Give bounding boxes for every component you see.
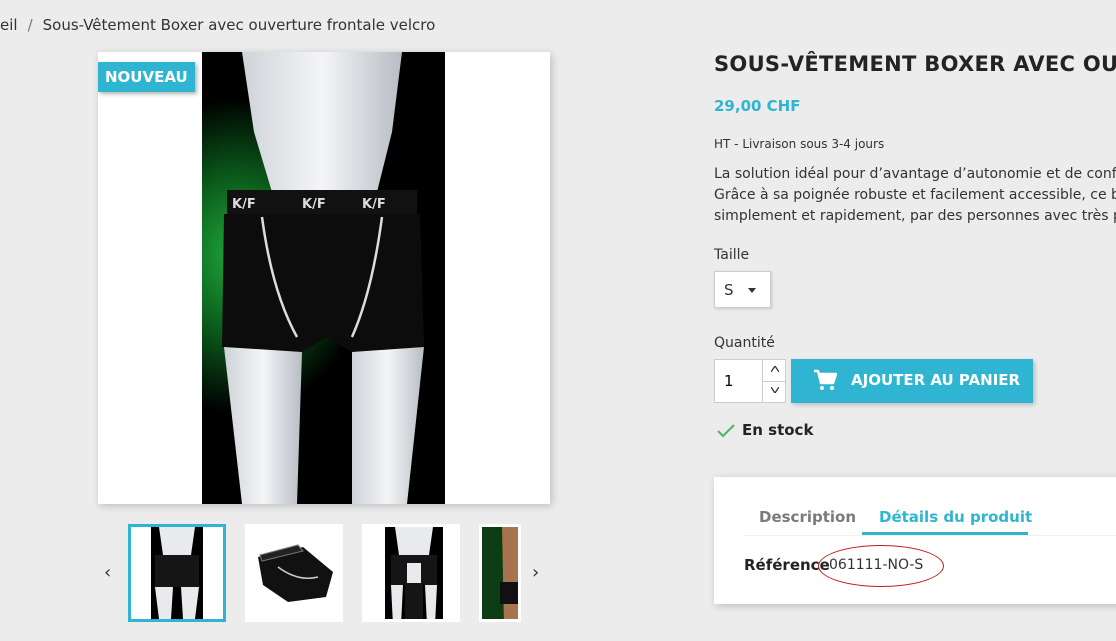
description-line: La solution idéal pour d’avantage d’auto… — [714, 166, 1116, 182]
add-to-cart-button[interactable]: AJOUTER AU PANIER — [791, 359, 1033, 403]
annotation-circle — [818, 545, 944, 587]
quantity-stepper — [714, 359, 786, 403]
thumbnail-carousel: ‹ › — [98, 522, 550, 624]
product-price: 29,00 CHF — [714, 97, 801, 115]
breadcrumb-home-link[interactable]: eil — [0, 16, 18, 34]
size-select-value: S — [724, 281, 734, 299]
new-badge: NOUVEAU — [98, 62, 195, 92]
add-to-cart-label: AJOUTER AU PANIER — [851, 371, 1021, 389]
check-icon — [717, 424, 735, 438]
reference-label: Référence — [744, 556, 830, 574]
chevron-right-icon[interactable]: › — [532, 562, 539, 583]
product-main-image[interactable]: K/F K/F K/F NOUVEAU — [98, 52, 550, 504]
caret-down-icon — [748, 288, 756, 293]
quantity-input[interactable] — [715, 360, 761, 402]
size-label: Taille — [714, 247, 750, 263]
quantity-label: Quantité — [714, 335, 775, 351]
tax-delivery-info: HT - Livraison sous 3-4 jours — [714, 137, 885, 151]
size-select[interactable]: S — [714, 271, 771, 308]
quantity-increase-button[interactable] — [762, 360, 786, 382]
thumbnail-4[interactable] — [479, 524, 521, 622]
shopping-cart-icon — [814, 369, 837, 390]
chevron-up-icon — [769, 364, 780, 373]
svg-text:K/F: K/F — [232, 197, 256, 212]
description-line: simplement et rapidement, par des person… — [714, 208, 1116, 224]
breadcrumb-current: Sous-Vêtement Boxer avec ouverture front… — [42, 16, 436, 34]
thumbnail-3[interactable] — [362, 524, 460, 622]
active-tab-indicator — [862, 532, 1028, 535]
product-tabs: Description Détails du produit Référence… — [714, 477, 1116, 604]
breadcrumb: eil / Sous-Vêtement Boxer avec ouverture f… — [0, 16, 435, 34]
product-title: SOUS-VÊTEMENT BOXER AVEC OUVER — [714, 52, 1116, 76]
description-line: Grâce à sa poignée robuste et facilement… — [714, 187, 1116, 203]
tab-product-details[interactable]: Détails du produit — [879, 508, 1032, 526]
svg-text:K/F: K/F — [302, 197, 326, 212]
product-photo: K/F K/F K/F — [202, 52, 445, 504]
stock-status-label: En stock — [742, 421, 814, 439]
breadcrumb-separator: / — [27, 16, 33, 34]
chevron-left-icon[interactable]: ‹ — [104, 562, 111, 583]
product-short-description: La solution idéal pour d’avantage d’auto… — [714, 164, 1116, 227]
svg-text:K/F: K/F — [362, 197, 386, 212]
thumbnail-2[interactable] — [245, 524, 343, 622]
quantity-decrease-button[interactable] — [762, 381, 786, 402]
chevron-down-icon — [769, 386, 780, 395]
tab-description[interactable]: Description — [759, 508, 856, 526]
tab-divider — [744, 535, 1116, 536]
thumbnail-1[interactable] — [128, 524, 226, 622]
